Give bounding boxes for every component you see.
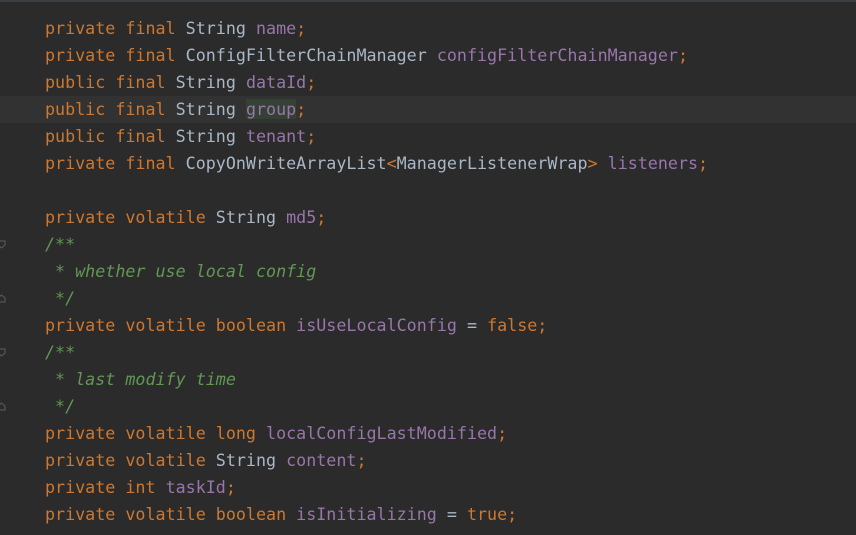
code-token-type: ManagerListenerWrap [396,153,588,173]
code-line[interactable]: private final ConfigFilterChainManager c… [0,42,856,69]
code-line[interactable]: private int taskId; [0,474,856,501]
code-token-field: name [255,18,297,38]
code-line-content: private volatile boolean isUseLocalConfi… [45,312,547,339]
code-token-kw: private volatile [45,207,216,227]
code-token-type: String [185,18,256,38]
fold-end-icon[interactable] [0,402,6,411]
code-line[interactable]: private final String name; [0,15,856,42]
code-line[interactable]: */ [0,285,856,312]
code-line-content: private int taskId; [45,474,236,501]
code-line-content: private volatile boolean isInitializing … [45,501,517,528]
code-token-kw: private volatile boolean [45,504,297,524]
code-token-kw: private volatile long [45,423,267,443]
code-token-punc: ; [356,450,367,470]
editor-top-border [0,0,856,2]
code-line[interactable]: * whether use local config [0,258,856,285]
code-line-content: */ [45,285,75,312]
code-token-kw: public final [45,126,176,146]
code-token-field: content [286,450,357,470]
code-token-kw: true; [466,504,518,524]
code-line[interactable]: public final String tenant; [0,123,856,150]
code-line-content: private volatile String content; [45,447,367,474]
code-token-type: ConfigFilterChainManager [185,45,437,65]
code-token-type: String [175,72,246,92]
code-line-content: * whether use local config [45,258,316,285]
code-line[interactable]: private volatile boolean isInitializing … [0,501,856,528]
code-line-content: public final String tenant; [45,123,316,150]
code-token-field: dataId [245,72,307,92]
code-line[interactable]: private volatile boolean isUseLocalConfi… [0,312,856,339]
code-line[interactable]: private volatile String content; [0,447,856,474]
code-token-comment: */ [45,288,76,308]
code-token-kw: private final [45,18,186,38]
code-token-kw: private final [45,45,186,65]
fold-end-icon[interactable] [0,294,6,303]
editor-gutter [0,0,10,535]
code-token-type: String [175,99,246,119]
code-token-field: tenant [245,126,307,146]
code-token-kw: false; [487,315,548,335]
code-token-type: CopyOnWriteArrayList [185,153,387,173]
code-token-field: isInitializing [296,504,447,524]
code-token-op: = [466,315,488,335]
code-token-punc: ; [296,18,307,38]
code-token-punc: > [587,153,608,173]
code-token-punc: ; [677,45,688,65]
code-line-content: public final String group; [45,96,306,123]
code-token-op: = [446,504,467,524]
code-token-punc: ; [306,126,317,146]
code-token-field: isUseLocalConfig [296,315,467,335]
code-token-field: localConfigLastModified [266,423,498,443]
code-token-kw: private volatile boolean [45,315,297,335]
code-line-current[interactable]: public final String group; [0,96,856,123]
code-line[interactable]: /** [0,339,856,366]
code-line-content: * last modify time [45,366,236,393]
code-token-field: md5 [286,207,317,227]
code-token-kw: private int [45,477,166,497]
code-token-comment: /** [45,342,76,362]
fold-start-icon[interactable] [0,348,6,357]
code-line-content: */ [45,393,75,420]
code-line[interactable]: private final CopyOnWriteArrayList<Manag… [0,150,856,177]
code-token-type: String [175,126,246,146]
code-line-content: private final CopyOnWriteArrayList<Manag… [45,150,708,177]
code-line-content: private final ConfigFilterChainManager c… [45,42,688,69]
code-line[interactable]: public final String dataId; [0,69,856,96]
code-token-punc: ; [306,72,317,92]
code-line[interactable]: */ [0,393,856,420]
code-line-content: private final String name; [45,15,306,42]
code-token-comment: * last modify time [45,369,236,389]
code-token-punc: ; [497,423,508,443]
code-line[interactable] [0,177,856,204]
code-token-field: configFilterChainManager [436,45,678,65]
code-editor[interactable]: private final String name; private final … [0,0,856,535]
code-line[interactable]: private volatile String md5; [0,204,856,231]
code-line-content: /** [45,231,75,258]
code-line[interactable]: * last modify time [0,366,856,393]
code-line-content: /** [45,339,75,366]
code-token-kw: private final [45,153,186,173]
code-token-field: listeners [607,153,699,173]
code-token-punc: ; [296,99,307,119]
code-token-punc: ; [698,153,709,173]
code-token-comment: */ [45,396,76,416]
fold-start-icon[interactable] [0,240,6,249]
code-line-content: public final String dataId; [45,69,316,96]
code-line[interactable]: private volatile long localConfigLastMod… [0,420,856,447]
code-token-field-hl: group [245,99,297,119]
code-line-content: private volatile String md5; [45,204,326,231]
code-token-field: taskId [165,477,226,497]
code-token-comment: * whether use local config [45,261,317,281]
code-token-type: String [215,207,287,227]
code-token-punc: ; [225,477,236,497]
code-token-punc: < [386,153,397,173]
code-token-punc: ; [316,207,327,227]
code-token-kw: private volatile [45,450,216,470]
code-line[interactable]: /** [0,231,856,258]
code-token-comment: /** [45,234,76,254]
code-token-kw: public final [45,99,176,119]
code-token-kw: public final [45,72,176,92]
code-token-type: String [215,450,287,470]
code-line-content: private volatile long localConfigLastMod… [45,420,507,447]
